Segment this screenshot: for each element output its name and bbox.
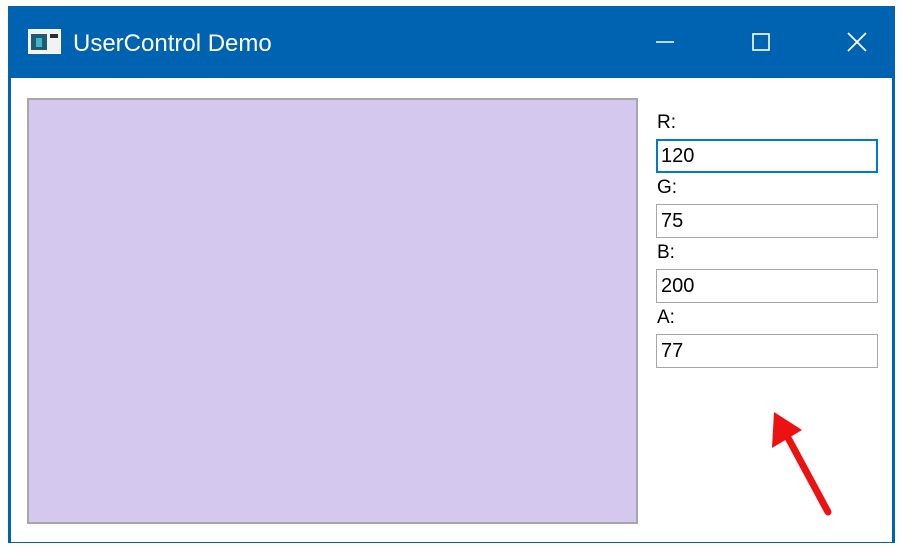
a-input[interactable]: 77	[656, 334, 878, 368]
red-arrow-icon	[772, 412, 832, 516]
minimize-icon	[656, 41, 674, 43]
r-input[interactable]: 120	[656, 139, 878, 173]
r-label: R:	[657, 112, 676, 133]
close-icon	[847, 32, 867, 52]
maximize-button[interactable]	[725, 6, 797, 78]
color-preview	[27, 98, 638, 524]
window-title: UserControl Demo	[73, 30, 272, 57]
rgba-panel: R: 120 G: 75 B: 200 A: 77	[656, 112, 881, 372]
close-button[interactable]	[821, 6, 893, 78]
b-label: B:	[657, 242, 675, 263]
b-input[interactable]: 200	[656, 269, 878, 303]
title-bar[interactable]: UserControl Demo	[11, 6, 892, 78]
minimize-button[interactable]	[629, 6, 701, 78]
client-area: R: 120 G: 75 B: 200 A: 77	[11, 78, 892, 542]
app-window: UserControl Demo R: 120 G: 75 B: 200 A: …	[8, 6, 895, 543]
a-label: A:	[657, 307, 675, 328]
g-input[interactable]: 75	[656, 204, 878, 238]
g-label: G:	[657, 177, 678, 198]
window-app-icon	[28, 29, 61, 54]
maximize-icon	[752, 33, 770, 51]
